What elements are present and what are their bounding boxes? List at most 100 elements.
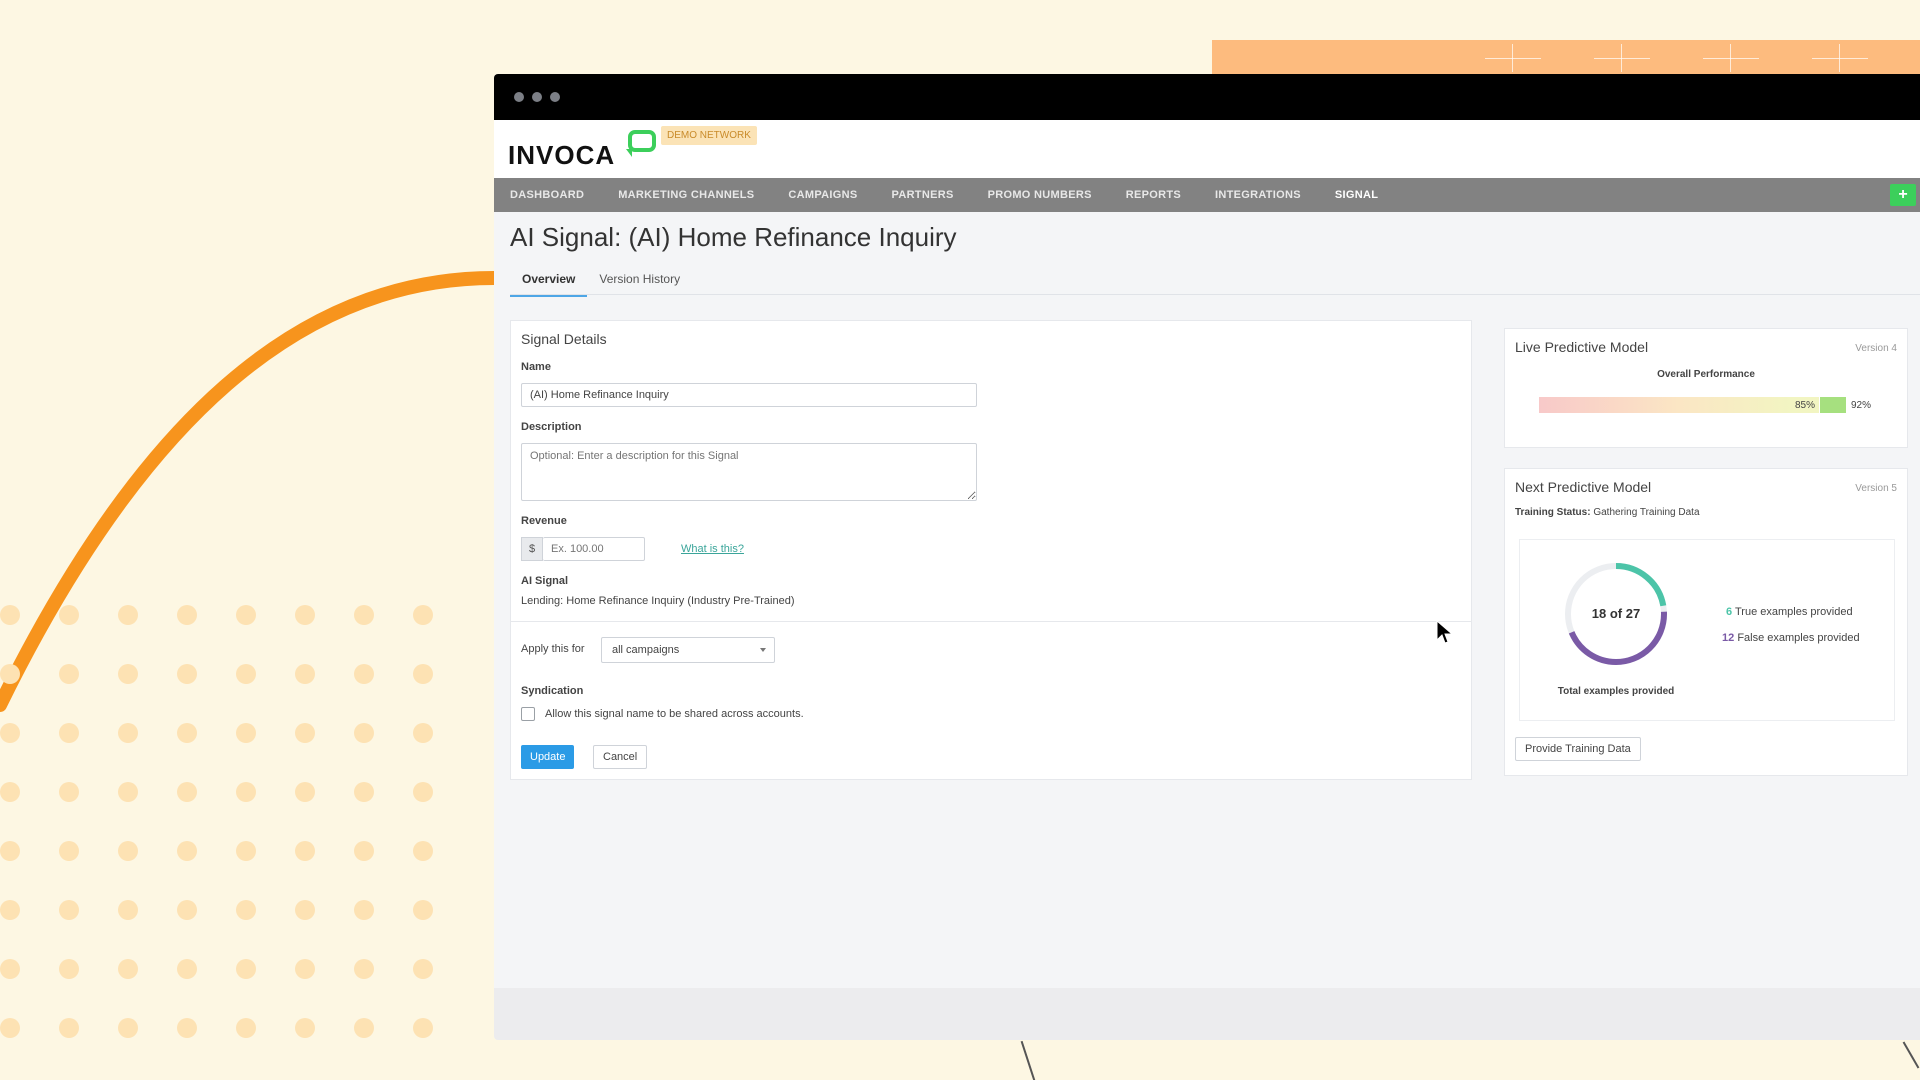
decorative-dot <box>118 605 138 625</box>
decorative-dot <box>0 605 20 625</box>
syndication-checkbox-label: Allow this signal name to be shared acro… <box>545 708 804 720</box>
decorative-dot <box>354 900 374 920</box>
speech-bubble-icon <box>628 130 656 152</box>
decorative-dot <box>413 1018 433 1038</box>
true-label: True examples provided <box>1735 606 1853 618</box>
decorative-dot <box>59 782 79 802</box>
window-dot <box>550 92 560 102</box>
decorative-dot <box>177 1018 197 1038</box>
performance-high-mark: 92% <box>1851 400 1871 411</box>
nav-marketing-channels[interactable]: MARKETING CHANNELS <box>618 189 754 201</box>
nav-reports[interactable]: REPORTS <box>1126 189 1181 201</box>
decorative-dot <box>236 959 256 979</box>
decorative-dot <box>295 782 315 802</box>
nav-signal[interactable]: SIGNAL <box>1335 189 1378 201</box>
apply-campaigns-select[interactable]: all campaigns <box>601 637 775 663</box>
syndication-label: Syndication <box>521 685 583 697</box>
revenue-label: Revenue <box>521 515 567 527</box>
name-label: Name <box>521 361 551 373</box>
decorative-dot <box>59 723 79 743</box>
nav-dashboard[interactable]: DASHBOARD <box>510 189 584 201</box>
main-nav: DASHBOARD MARKETING CHANNELS CAMPAIGNS P… <box>494 178 1920 212</box>
decorative-dot-grid <box>0 605 440 1045</box>
decorative-dot <box>413 959 433 979</box>
update-button[interactable]: Update <box>521 745 574 769</box>
logo[interactable]: INVOCA <box>508 140 615 171</box>
syndication-checkbox[interactable] <box>521 707 535 721</box>
apply-label: Apply this for <box>521 643 585 655</box>
true-examples-legend: 6 True examples provided <box>1726 606 1853 618</box>
revenue-help-link[interactable]: What is this? <box>681 543 744 555</box>
description-textarea[interactable] <box>521 443 977 501</box>
decorative-dot <box>118 1018 138 1038</box>
decorative-dot <box>295 841 315 861</box>
decorative-dot <box>236 723 256 743</box>
window-dot <box>514 92 524 102</box>
decorative-dot <box>236 664 256 684</box>
decorative-dot <box>354 605 374 625</box>
decorative-dot <box>413 900 433 920</box>
add-button[interactable]: + <box>1890 184 1916 206</box>
decorative-line <box>1021 1041 1038 1080</box>
live-model-card: Live Predictive Model Version 4 Overall … <box>1504 328 1908 448</box>
performance-range-fill <box>1820 397 1846 413</box>
false-examples-legend: 12 False examples provided <box>1722 632 1860 644</box>
window-dot <box>532 92 542 102</box>
performance-gradient-bar <box>1539 397 1819 413</box>
decorative-dot <box>177 900 197 920</box>
decorative-dot <box>413 782 433 802</box>
decorative-dot <box>177 723 197 743</box>
ring-center-label: 18 of 27 <box>1556 606 1676 621</box>
decorative-dot <box>354 723 374 743</box>
nav-promo-numbers[interactable]: PROMO NUMBERS <box>988 189 1092 201</box>
footer-bar <box>494 988 1920 1040</box>
decorative-dot <box>354 841 374 861</box>
decorative-dot <box>354 959 374 979</box>
nav-campaigns[interactable]: CAMPAIGNS <box>788 189 857 201</box>
decorative-dot <box>59 605 79 625</box>
decorative-cross <box>1485 58 1541 59</box>
decorative-dot <box>236 1018 256 1038</box>
mouse-cursor-icon <box>1436 620 1454 646</box>
live-model-title: Live Predictive Model <box>1515 339 1648 355</box>
decorative-dot <box>236 605 256 625</box>
decorative-dot <box>118 782 138 802</box>
revenue-input[interactable] <box>543 537 645 561</box>
nav-integrations[interactable]: INTEGRATIONS <box>1215 189 1301 201</box>
chevron-down-icon <box>760 648 766 652</box>
decorative-dot <box>59 959 79 979</box>
nav-partners[interactable]: PARTNERS <box>892 189 954 201</box>
false-count: 12 <box>1722 632 1734 644</box>
apply-select-value: all campaigns <box>612 644 679 656</box>
decorative-dot <box>236 782 256 802</box>
decorative-dot <box>413 605 433 625</box>
tab-divider <box>510 294 1920 295</box>
decorative-dot <box>177 605 197 625</box>
decorative-dot <box>118 664 138 684</box>
decorative-dot <box>59 1018 79 1038</box>
decorative-cross <box>1812 58 1868 59</box>
next-model-version: Version 5 <box>1855 483 1897 494</box>
decorative-line <box>1903 1042 1920 1069</box>
ai-signal-label: AI Signal <box>521 575 568 587</box>
provide-training-data-button[interactable]: Provide Training Data <box>1515 737 1641 761</box>
name-input[interactable] <box>521 383 977 407</box>
decorative-dot <box>413 664 433 684</box>
tab-overview[interactable]: Overview <box>510 266 587 297</box>
app-window: INVOCA DEMO NETWORK DASHBOARD MARKETING … <box>494 74 1920 1040</box>
overall-performance-label: Overall Performance <box>1505 369 1907 380</box>
decorative-dot <box>118 959 138 979</box>
decorative-dot <box>0 782 20 802</box>
decorative-dot <box>354 1018 374 1038</box>
ai-signal-value: Lending: Home Refinance Inquiry (Industr… <box>521 595 795 607</box>
tab-version-history[interactable]: Version History <box>587 266 692 297</box>
decorative-dot <box>0 959 20 979</box>
decorative-dot <box>295 900 315 920</box>
currency-prefix: $ <box>521 537 543 561</box>
decorative-cross <box>1594 58 1650 59</box>
decorative-dot <box>236 900 256 920</box>
decorative-dot <box>295 723 315 743</box>
cancel-button[interactable]: Cancel <box>593 745 647 769</box>
brand-bar: INVOCA DEMO NETWORK <box>494 120 1920 178</box>
decorative-dot <box>118 723 138 743</box>
